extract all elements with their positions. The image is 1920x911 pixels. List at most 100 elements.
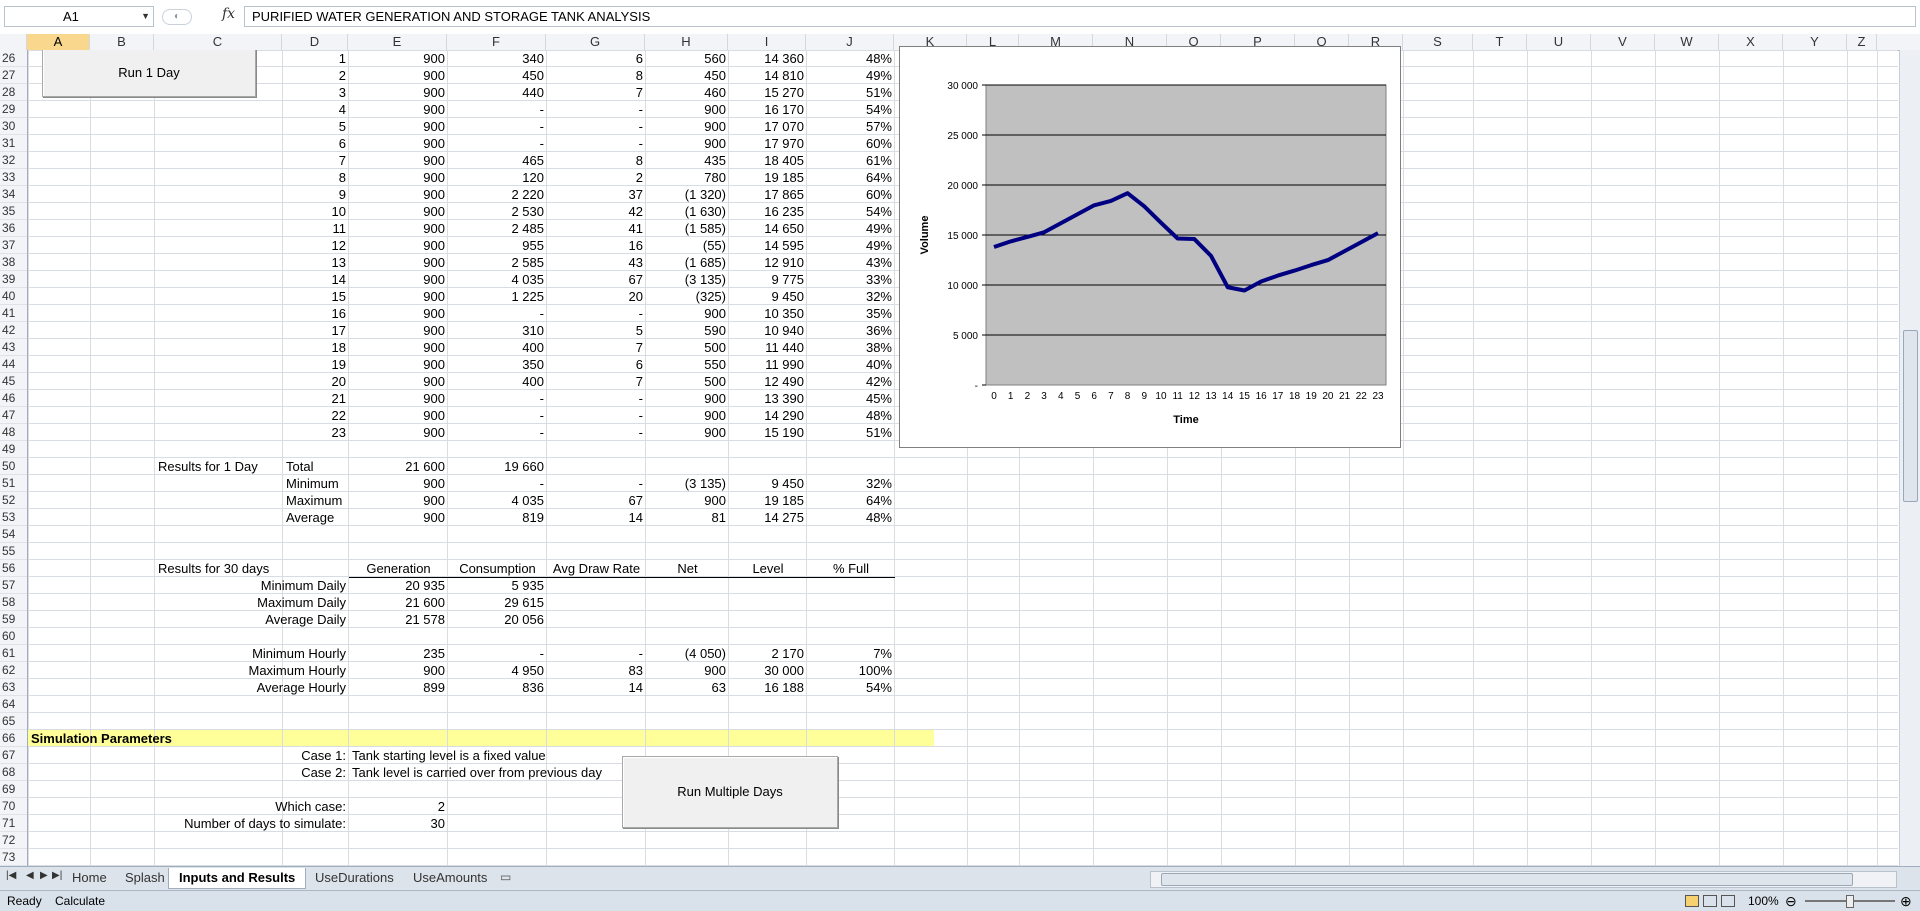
row-header-56[interactable]: 56 bbox=[0, 560, 27, 577]
hourly-cell[interactable]: 900 bbox=[349, 101, 448, 118]
row-header-32[interactable]: 32 bbox=[0, 152, 27, 169]
sim-params-title[interactable]: Simulation Parameters bbox=[28, 730, 228, 747]
hourly-cell[interactable]: 400 bbox=[448, 339, 547, 356]
formula-bar-expand-button[interactable]: ◐ bbox=[162, 9, 192, 25]
row-header-63[interactable]: 63 bbox=[0, 679, 27, 696]
row-header-67[interactable]: 67 bbox=[0, 747, 27, 764]
hourly-cell[interactable]: - bbox=[448, 135, 547, 152]
results-30days-cell[interactable]: 54% bbox=[807, 679, 895, 696]
hourly-cell[interactable]: 11 990 bbox=[729, 356, 807, 373]
hourly-cell[interactable]: 1 bbox=[283, 50, 349, 67]
hourly-cell[interactable]: (1 685) bbox=[646, 254, 729, 271]
column-header-b[interactable]: B bbox=[90, 34, 154, 50]
hourly-cell[interactable]: 67 bbox=[547, 271, 646, 288]
hourly-cell[interactable]: 900 bbox=[349, 322, 448, 339]
hourly-cell[interactable]: 900 bbox=[349, 135, 448, 152]
column-header-x[interactable]: X bbox=[1719, 34, 1783, 50]
hourly-cell[interactable]: 2 530 bbox=[448, 203, 547, 220]
hourly-cell[interactable]: 450 bbox=[646, 67, 729, 84]
row-header-42[interactable]: 42 bbox=[0, 322, 27, 339]
hourly-cell[interactable]: 900 bbox=[349, 373, 448, 390]
hourly-cell[interactable]: 1 225 bbox=[448, 288, 547, 305]
hourly-cell[interactable]: 900 bbox=[349, 220, 448, 237]
results-30days-cell[interactable]: (4 050) bbox=[646, 645, 729, 662]
hourly-cell[interactable]: - bbox=[448, 390, 547, 407]
results-30days-cell[interactable]: 20 935 bbox=[349, 577, 448, 594]
row-header-33[interactable]: 33 bbox=[0, 169, 27, 186]
results-30days-title[interactable]: Results for 30 days bbox=[155, 560, 355, 577]
case2-label[interactable]: Case 2: bbox=[283, 764, 349, 781]
tab-useamounts[interactable]: UseAmounts bbox=[403, 868, 497, 888]
results-1day-cell[interactable]: (3 135) bbox=[646, 475, 729, 492]
row-header-51[interactable]: 51 bbox=[0, 475, 27, 492]
insert-function-icon[interactable]: fx bbox=[222, 6, 235, 22]
hourly-cell[interactable]: 2 bbox=[283, 67, 349, 84]
row-header-58[interactable]: 58 bbox=[0, 594, 27, 611]
hourly-cell[interactable]: 3 bbox=[283, 84, 349, 101]
hourly-cell[interactable]: 17 865 bbox=[729, 186, 807, 203]
tab-nav-next-icon[interactable]: ▶ bbox=[40, 870, 48, 881]
hourly-cell[interactable]: 440 bbox=[448, 84, 547, 101]
hourly-cell[interactable]: 43 bbox=[547, 254, 646, 271]
results-1day-cell[interactable]: 900 bbox=[349, 509, 448, 526]
hourly-cell[interactable]: 900 bbox=[349, 237, 448, 254]
hourly-cell[interactable]: 2 485 bbox=[448, 220, 547, 237]
row-header-30[interactable]: 30 bbox=[0, 118, 27, 135]
hourly-cell[interactable]: 900 bbox=[349, 271, 448, 288]
page-break-view-icon[interactable] bbox=[1721, 895, 1735, 907]
hourly-cell[interactable]: 900 bbox=[349, 254, 448, 271]
column-header-v[interactable]: V bbox=[1591, 34, 1655, 50]
results-30days-cell[interactable]: 900 bbox=[349, 662, 448, 679]
hourly-cell[interactable]: 16 170 bbox=[729, 101, 807, 118]
hourly-cell[interactable]: 13 390 bbox=[729, 390, 807, 407]
row-header-69[interactable]: 69 bbox=[0, 781, 27, 798]
hourly-cell[interactable]: 350 bbox=[448, 356, 547, 373]
hourly-cell[interactable]: (325) bbox=[646, 288, 729, 305]
formula-input[interactable]: PURIFIED WATER GENERATION AND STORAGE TA… bbox=[244, 6, 1916, 27]
hourly-cell[interactable]: 49% bbox=[807, 67, 895, 84]
name-box[interactable]: A1▼ bbox=[4, 6, 154, 27]
results-30days-header[interactable]: Consumption bbox=[448, 560, 547, 578]
vertical-scroll-thumb[interactable] bbox=[1903, 330, 1918, 502]
results-30days-label[interactable]: Average Daily bbox=[91, 611, 349, 628]
row-header-50[interactable]: 50 bbox=[0, 458, 27, 475]
hourly-cell[interactable]: 9 bbox=[283, 186, 349, 203]
hourly-cell[interactable]: (1 630) bbox=[646, 203, 729, 220]
hourly-cell[interactable]: - bbox=[448, 407, 547, 424]
results-30days-cell[interactable]: 29 615 bbox=[448, 594, 547, 611]
results-30days-header[interactable]: Level bbox=[729, 560, 807, 578]
tab-splash[interactable]: Splash bbox=[115, 868, 175, 888]
column-header-d[interactable]: D bbox=[282, 34, 348, 50]
hourly-cell[interactable]: 18 bbox=[283, 339, 349, 356]
results-1day-cell[interactable]: - bbox=[448, 475, 547, 492]
column-header-s[interactable]: S bbox=[1403, 34, 1473, 50]
results-1day-cell[interactable]: - bbox=[547, 475, 646, 492]
hourly-cell[interactable]: 550 bbox=[646, 356, 729, 373]
hourly-cell[interactable]: 57% bbox=[807, 118, 895, 135]
hourly-cell[interactable]: - bbox=[547, 135, 646, 152]
row-header-28[interactable]: 28 bbox=[0, 84, 27, 101]
row-header-62[interactable]: 62 bbox=[0, 662, 27, 679]
results-1day-cell[interactable]: 900 bbox=[349, 475, 448, 492]
hourly-cell[interactable]: 7 bbox=[547, 84, 646, 101]
page-layout-view-icon[interactable] bbox=[1703, 895, 1717, 907]
column-header-j[interactable]: J bbox=[806, 34, 894, 50]
hourly-cell[interactable]: 500 bbox=[646, 373, 729, 390]
column-header-w[interactable]: W bbox=[1655, 34, 1719, 50]
hourly-cell[interactable]: 60% bbox=[807, 135, 895, 152]
hourly-cell[interactable]: 45% bbox=[807, 390, 895, 407]
row-header-66[interactable]: 66 bbox=[0, 730, 27, 747]
hourly-cell[interactable]: 450 bbox=[448, 67, 547, 84]
row-header-41[interactable]: 41 bbox=[0, 305, 27, 322]
column-header-z[interactable]: Z bbox=[1847, 34, 1877, 50]
horizontal-scroll-thumb[interactable] bbox=[1161, 873, 1853, 886]
results-1day-label[interactable]: Minimum bbox=[283, 475, 349, 492]
hourly-cell[interactable]: - bbox=[448, 118, 547, 135]
hourly-cell[interactable]: 955 bbox=[448, 237, 547, 254]
hourly-cell[interactable]: - bbox=[547, 118, 646, 135]
hourly-cell[interactable]: 900 bbox=[646, 424, 729, 441]
column-header-a[interactable]: A bbox=[27, 34, 90, 50]
row-header-39[interactable]: 39 bbox=[0, 271, 27, 288]
hourly-cell[interactable]: 900 bbox=[349, 84, 448, 101]
tank-volume-chart[interactable]: -5 00010 00015 00020 00025 00030 0000123… bbox=[899, 46, 1401, 448]
